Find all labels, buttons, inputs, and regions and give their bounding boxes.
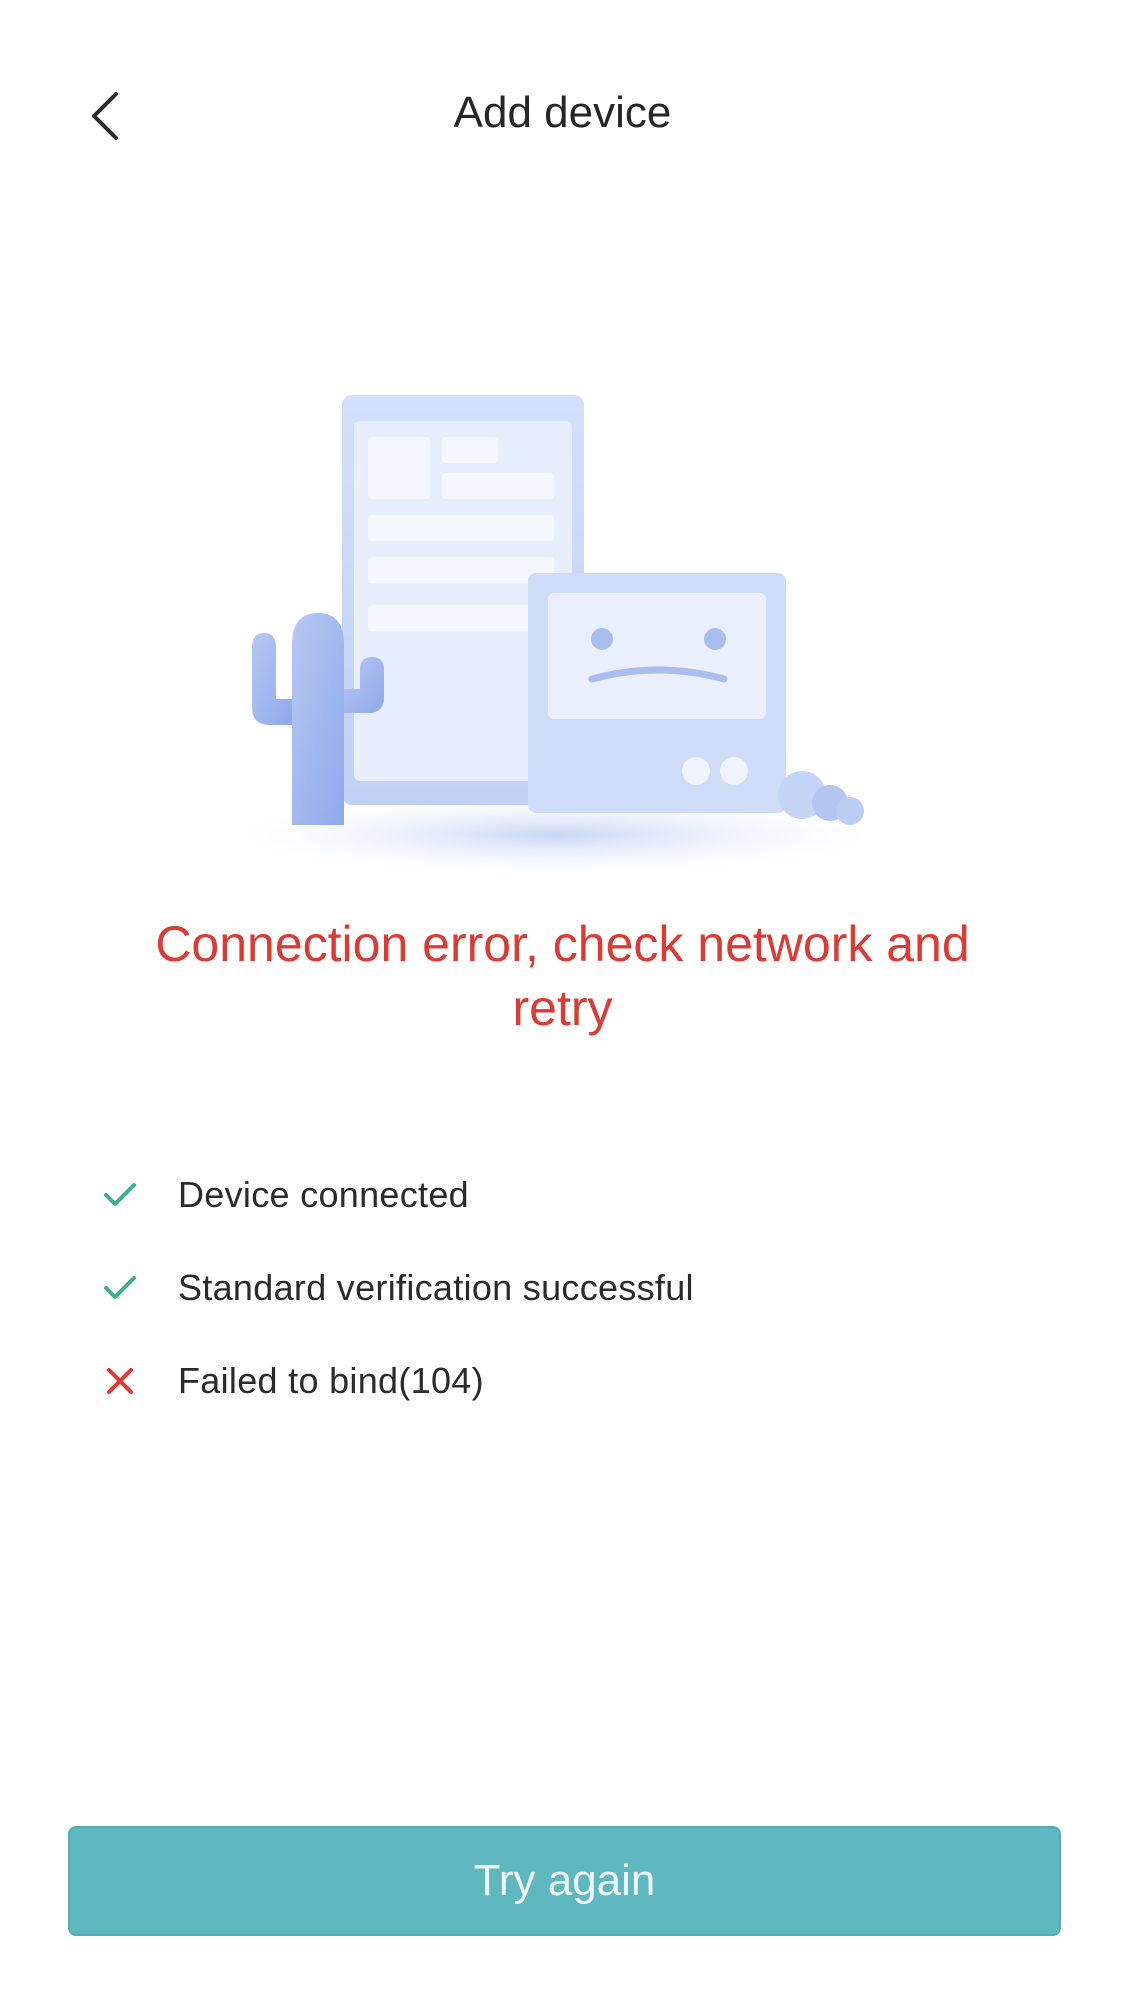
error-message: Connection error, check network and retr… — [155, 916, 970, 1036]
list-item: Device connected — [100, 1148, 1000, 1241]
step-label: Standard verification successful — [178, 1266, 694, 1308]
check-icon — [100, 1175, 140, 1215]
list-item: Standard verification successful — [100, 1241, 1000, 1334]
top-bar: Add device — [0, 60, 1125, 170]
step-label: Failed to bind(104) — [178, 1359, 484, 1401]
step-list: Device connected Standard verification s… — [100, 1148, 1000, 1427]
try-again-button[interactable]: Try again — [68, 1826, 1061, 1936]
list-item: Failed to bind(104) — [100, 1334, 1000, 1427]
cross-icon — [100, 1361, 140, 1401]
check-icon — [100, 1268, 140, 1308]
step-label: Device connected — [178, 1173, 469, 1215]
error-illustration — [230, 395, 900, 895]
page-title: Add device — [453, 88, 672, 137]
